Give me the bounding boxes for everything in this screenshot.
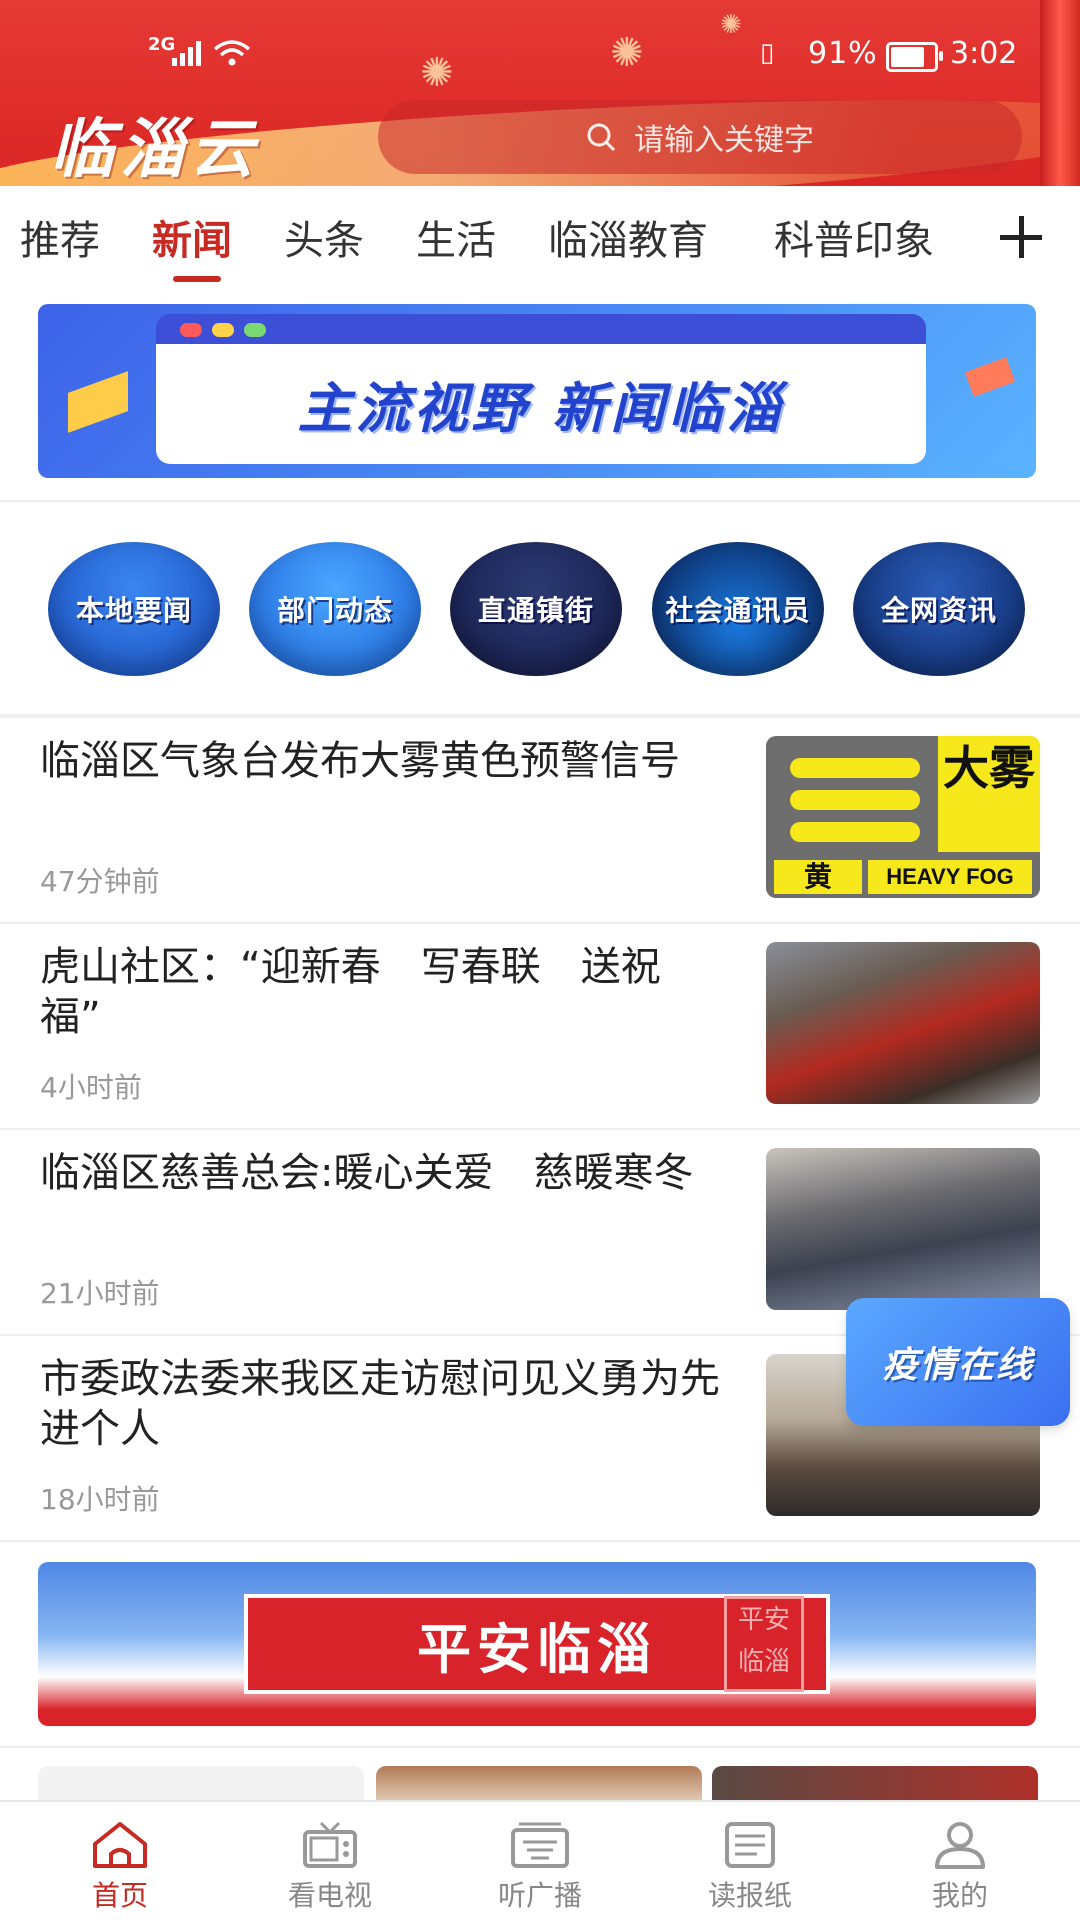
nav-label: 读报纸 [707, 1879, 792, 1912]
nav-radio[interactable]: 听广播 [432, 1802, 648, 1922]
vibrate-icon: ▯ [760, 38, 775, 68]
active-tab-indicator [173, 276, 221, 282]
tab-recommend[interactable]: 推荐 [20, 208, 100, 266]
divider [0, 1540, 1080, 1542]
banner-slogan: 主流视野 新闻临淄 [297, 377, 785, 440]
app-logo: 临淄云 [50, 112, 260, 186]
signal-icon [172, 41, 201, 66]
news-time: 18小时前 [40, 1483, 160, 1516]
user-icon [935, 1822, 985, 1869]
warning-level: 黄 [774, 860, 862, 894]
newspaper-icon [725, 1822, 775, 1868]
tab-education[interactable]: 临淄教育 [548, 208, 708, 266]
nav-newspaper[interactable]: 读报纸 [642, 1802, 858, 1922]
seal-stamp: 平安 临淄 [724, 1596, 804, 1692]
category-department-news[interactable]: 部门动态 [249, 542, 421, 676]
warning-caption: HEAVY FOG [868, 860, 1032, 894]
search-bar[interactable]: 请输入关键字 [378, 100, 1022, 174]
decoration-shape [964, 357, 1016, 397]
fog-label: 大雾 [938, 736, 1040, 852]
nav-label: 首页 [91, 1879, 148, 1912]
news-banner[interactable]: 主流视野 新闻临淄 [38, 304, 1036, 478]
status-bar: 2G ▯ 91% 3:02 [0, 26, 1080, 82]
news-time: 21小时前 [40, 1277, 160, 1310]
clock: 3:02 [950, 36, 1018, 71]
safety-banner[interactable]: 平安临淄 平安 临淄 [38, 1562, 1036, 1726]
nav-home[interactable]: 首页 [12, 1802, 228, 1922]
news-thumbnail [766, 1148, 1040, 1310]
category-towns[interactable]: 直通镇街 [450, 542, 622, 676]
search-icon [587, 123, 616, 152]
category-web-news[interactable]: 全网资讯 [853, 542, 1025, 676]
category-local-news[interactable]: 本地要闻 [48, 542, 220, 676]
warning-bar [790, 758, 920, 778]
search-placeholder: 请输入关键字 [634, 123, 814, 158]
nav-label: 听广播 [497, 1879, 582, 1912]
nav-label: 我的 [931, 1879, 988, 1912]
wifi-icon [213, 40, 251, 66]
news-item[interactable]: 临淄区气象台发布大雾黄色预警信号 47分钟前 大雾 黄 HEAVY FOG [0, 716, 1080, 922]
warning-bar [790, 822, 920, 842]
app-header: ✺ ✺ ✺ 2G ▯ 91% 3:02 临淄云 请输入关键字 [0, 0, 1080, 186]
battery-fill [891, 47, 924, 67]
divider [0, 500, 1080, 502]
add-channel-icon[interactable] [998, 214, 1044, 260]
window-dots [180, 322, 276, 341]
battery-percentage: 91% [808, 36, 878, 71]
news-item[interactable]: 虎山社区：“迎新春 写春联 送祝福” 4小时前 [0, 922, 1080, 1128]
news-time: 4小时前 [40, 1071, 142, 1104]
category-correspondents[interactable]: 社会通讯员 [652, 542, 824, 676]
bottom-navigation: 首页 看电视 听广播 读报纸 我的 [0, 1800, 1080, 1922]
channel-tabs: 推荐 新闻 头条 生活 临淄教育 科普印象 [0, 186, 1080, 286]
radio-icon [511, 1822, 569, 1868]
news-time: 47分钟前 [40, 865, 160, 898]
nav-profile[interactable]: 我的 [852, 1802, 1068, 1922]
tab-science[interactable]: 科普印象 [774, 208, 934, 266]
warning-bar [790, 790, 920, 810]
decoration-shape [68, 371, 128, 433]
epidemic-online-button[interactable]: 疫情在线 [846, 1298, 1070, 1426]
news-thumbnail: 大雾 黄 HEAVY FOG [766, 736, 1040, 898]
tv-icon [303, 1821, 357, 1868]
news-title: 虎山社区：“迎新春 写春联 送祝福” [40, 944, 661, 1040]
news-thumbnail [766, 942, 1040, 1104]
nav-tv[interactable]: 看电视 [222, 1802, 438, 1922]
nav-label: 看电视 [287, 1879, 372, 1912]
home-icon [93, 1822, 147, 1868]
news-title: 临淄区慈善总会:暖心关爱 慈暖寒冬 [40, 1150, 694, 1196]
news-title: 临淄区气象台发布大雾黄色预警信号 [40, 738, 680, 784]
news-title: 市委政法委来我区走访慰问见义勇为先进个人 [40, 1356, 720, 1452]
divider [0, 1746, 1080, 1748]
tab-headlines[interactable]: 头条 [284, 208, 364, 266]
tab-life[interactable]: 生活 [416, 208, 496, 266]
tab-news[interactable]: 新闻 [152, 208, 232, 266]
battery-icon [886, 42, 943, 72]
